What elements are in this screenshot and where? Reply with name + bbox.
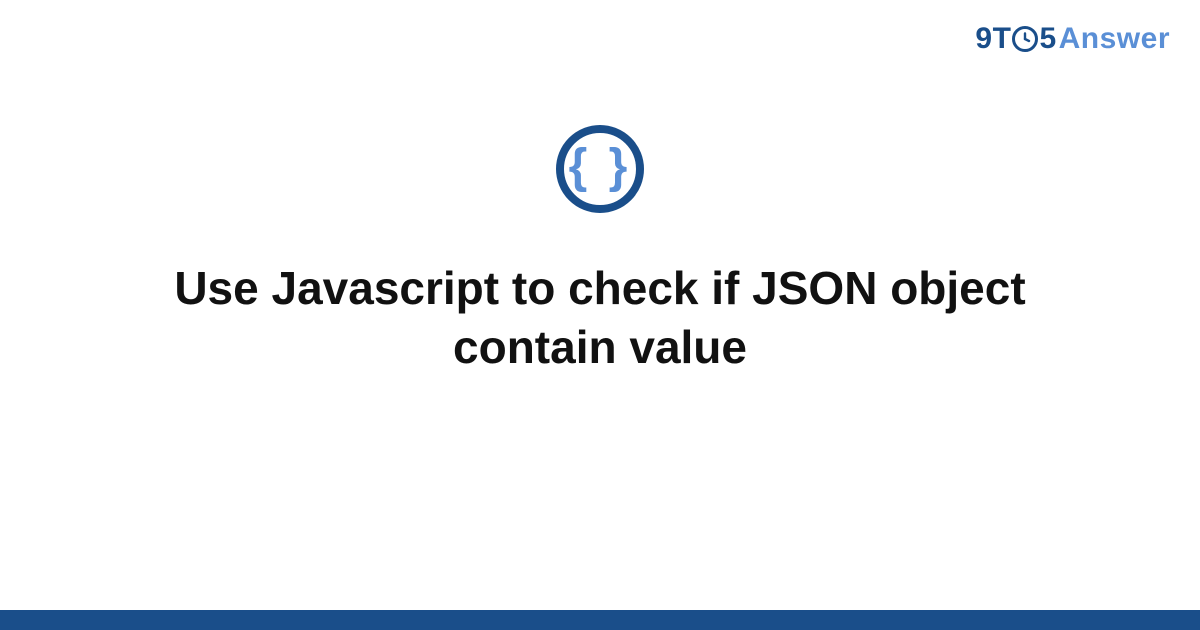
- logo-t: T: [993, 22, 1012, 56]
- category-badge: { }: [556, 125, 644, 213]
- logo-nine: 9: [975, 22, 992, 56]
- clock-icon: [1012, 26, 1038, 52]
- logo-five: 5: [1039, 22, 1056, 56]
- hero: { } Use Javascript to check if JSON obje…: [0, 125, 1200, 377]
- logo-answer: Answer: [1059, 22, 1170, 56]
- footer-bar: [0, 610, 1200, 630]
- page-title: Use Javascript to check if JSON object c…: [90, 259, 1110, 377]
- site-logo: 9 T 5 Answer: [975, 22, 1170, 56]
- braces-icon: { }: [569, 143, 632, 191]
